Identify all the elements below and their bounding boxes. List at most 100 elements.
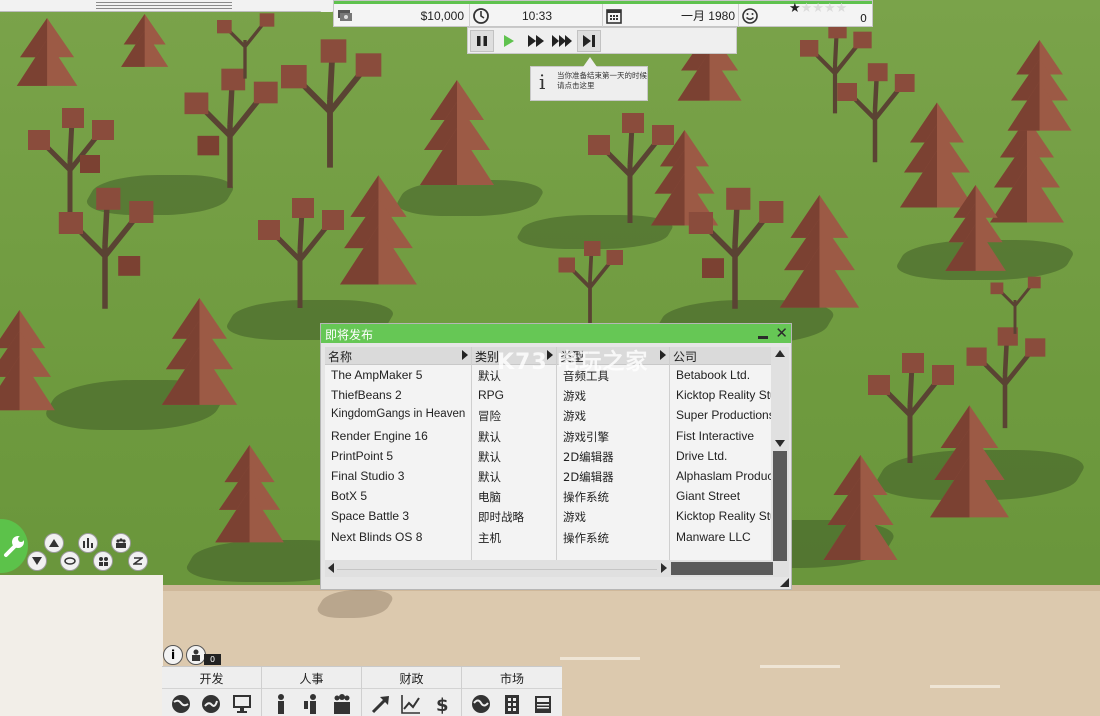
table-cell[interactable]: Betabook Ltd. <box>670 365 771 385</box>
fast-forward-button[interactable] <box>524 30 548 52</box>
table-cell[interactable]: 操作系统 <box>557 486 669 506</box>
table-cell[interactable]: Drive Ltd. <box>670 446 771 466</box>
table-cell[interactable]: 主机 <box>472 527 556 547</box>
staff-view-button[interactable] <box>93 551 113 571</box>
horizontal-scrollbar[interactable] <box>325 560 773 577</box>
table-cell[interactable]: 电脑 <box>472 486 556 506</box>
category-label: 财政 <box>362 667 461 689</box>
trend-arrow-icon[interactable] <box>369 692 393 716</box>
table-cell[interactable]: Kicktop Reality Stu <box>670 385 771 405</box>
sleep-button[interactable] <box>128 551 148 571</box>
table-cell[interactable]: 游戏 <box>557 385 669 405</box>
world-icon[interactable] <box>469 692 493 716</box>
pause-button[interactable] <box>470 30 494 52</box>
table-cell[interactable]: Alphaslam Produc <box>670 466 771 486</box>
table-cell[interactable]: The AmpMaker 5 <box>325 365 471 385</box>
horizontal-scroll-thumb[interactable] <box>671 562 773 575</box>
vertical-scroll-thumb[interactable] <box>773 451 787 561</box>
table-cell[interactable]: 冒险 <box>472 405 556 425</box>
globe-alt-icon[interactable] <box>199 692 223 716</box>
stats-button[interactable] <box>78 533 98 553</box>
table-cell[interactable]: ThiefBeans 2 <box>325 385 471 405</box>
table-cell[interactable]: Super Productions <box>670 405 771 425</box>
date-display[interactable]: 一月 1980 <box>603 4 739 27</box>
building-icon[interactable] <box>500 692 524 716</box>
scroll-down-icon[interactable] <box>775 440 785 447</box>
calendar-icon <box>606 8 622 24</box>
globe-icon[interactable] <box>169 692 193 716</box>
info-button[interactable]: i <box>163 645 183 665</box>
minimize-button[interactable] <box>756 325 770 341</box>
camera-up-button[interactable] <box>44 533 64 553</box>
info-icon: i <box>170 648 176 662</box>
table-cell[interactable]: 默认 <box>472 426 556 446</box>
money-icon <box>338 9 352 21</box>
window-title-text: 即将发布 <box>325 328 374 342</box>
close-button[interactable]: ✕ <box>775 324 788 342</box>
table-cell[interactable]: BotX 5 <box>325 486 471 506</box>
team-view-button[interactable] <box>111 533 131 553</box>
table-cell[interactable]: Space Battle 3 <box>325 506 471 526</box>
fastest-forward-icon <box>552 35 572 47</box>
table-cell[interactable]: 游戏 <box>557 405 669 425</box>
newspaper-icon[interactable] <box>531 692 555 716</box>
money-display[interactable]: $10,000 <box>334 4 470 27</box>
table-cell[interactable]: 游戏引擎 <box>557 426 669 446</box>
wrench-icon <box>4 536 24 557</box>
cube-tree <box>588 113 674 223</box>
table-cell[interactable]: KingdomGangs in Heaven <box>325 405 471 425</box>
play-button[interactable] <box>497 30 521 52</box>
main-menu-bar: 开发 人事 财政 $ 市场 <box>162 666 562 716</box>
notification-button[interactable] <box>186 645 206 665</box>
table-cell[interactable]: Kicktop Reality Stu <box>670 506 771 526</box>
table-cell[interactable]: Render Engine 16 <box>325 426 471 446</box>
clock-display[interactable]: 10:33 <box>470 4 603 27</box>
table-cell[interactable]: RPG <box>472 385 556 405</box>
table-cell[interactable]: 2D编辑器 <box>557 466 669 486</box>
table-cell[interactable]: 2D编辑器 <box>557 446 669 466</box>
pine-tree <box>0 310 55 411</box>
top-left-panel <box>0 0 340 12</box>
table-cell[interactable]: Giant Street <box>670 486 771 506</box>
table-cell[interactable]: 默认 <box>472 466 556 486</box>
table-cell[interactable]: Final Studio 3 <box>325 466 471 486</box>
scroll-right-icon[interactable] <box>661 563 667 573</box>
table-cell[interactable]: 操作系统 <box>557 527 669 547</box>
table-cell[interactable]: 默认 <box>472 446 556 466</box>
person-notify-icon <box>192 649 200 661</box>
menu-category-finance: 财政 $ <box>362 667 462 716</box>
table-cell[interactable]: 即时战略 <box>472 506 556 526</box>
play-icon <box>504 35 514 47</box>
fast-forward-icon <box>528 35 544 47</box>
cube-tree <box>258 198 344 308</box>
table-cell[interactable]: PrintPoint 5 <box>325 446 471 466</box>
camera-down-button[interactable] <box>27 551 47 571</box>
table-cell[interactable]: Manware LLC <box>670 527 771 547</box>
rotate-view-button[interactable] <box>60 551 80 571</box>
team-icon[interactable] <box>330 692 354 716</box>
staff-icon[interactable] <box>299 692 323 716</box>
column-header-company[interactable]: 公司 <box>670 347 771 365</box>
sort-arrow-icon <box>660 350 666 360</box>
resize-handle-icon[interactable] <box>780 578 789 587</box>
arrow-up-icon <box>49 539 59 547</box>
line-chart-icon[interactable] <box>399 692 423 716</box>
scroll-left-icon[interactable] <box>328 563 334 573</box>
table-cell[interactable]: Next Blinds OS 8 <box>325 527 471 547</box>
vertical-scrollbar[interactable] <box>771 347 789 577</box>
column-name: 名称 The AmpMaker 5 ThiefBeans 2 KingdomGa… <box>325 347 472 576</box>
scroll-up-icon[interactable] <box>775 350 785 357</box>
dollar-icon[interactable]: $ <box>430 692 454 716</box>
window-title[interactable]: 即将发布 <box>321 324 791 343</box>
computer-icon[interactable] <box>230 692 254 716</box>
person-icon[interactable] <box>269 692 293 716</box>
rotate-icon <box>64 557 76 565</box>
table-cell[interactable]: 游戏 <box>557 506 669 526</box>
cube-tree <box>868 353 954 463</box>
pause-icon <box>477 36 487 46</box>
table-cell[interactable]: Fist Interactive <box>670 426 771 446</box>
fastest-forward-button[interactable] <box>550 30 574 52</box>
category-label: 开发 <box>162 667 261 689</box>
skip-day-button[interactable] <box>577 30 601 52</box>
column-header-name[interactable]: 名称 <box>325 347 471 365</box>
